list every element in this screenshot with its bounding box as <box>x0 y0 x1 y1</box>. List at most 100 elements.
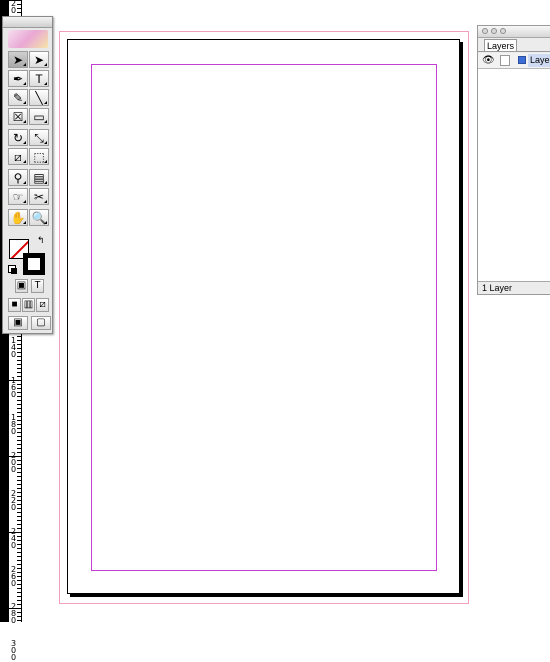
button-icon[interactable]: ☞ <box>8 188 28 205</box>
ruler-tick <box>17 516 21 517</box>
ruler-tick <box>17 560 21 561</box>
ruler-tick <box>17 472 21 473</box>
layer-color-swatch <box>518 56 526 64</box>
ruler-tick <box>17 452 21 453</box>
ruler-tick <box>17 340 21 341</box>
ruler-tick <box>17 364 21 365</box>
hand-icon[interactable]: ✋ <box>8 209 28 226</box>
eyedropper-icon[interactable]: ⚲ <box>8 169 28 186</box>
eye-icon[interactable]: 👁 <box>482 55 495 66</box>
pen-icon[interactable]: ✒ <box>8 70 28 87</box>
pencil-icon[interactable]: ✎ <box>8 89 28 106</box>
ruler-tick <box>17 348 21 349</box>
apply-none-icon[interactable]: ⧄ <box>36 298 49 312</box>
gradient-icon[interactable]: ▤ <box>29 169 49 186</box>
rectangle-frame-icon[interactable]: ☒ <box>8 108 28 125</box>
preview-view-icon[interactable]: ▢ <box>31 316 51 330</box>
selection-arrow-icon[interactable]: ➤ <box>8 51 28 68</box>
ruler-label: 3 0 0 <box>10 639 17 662</box>
minimize-button[interactable] <box>491 28 497 34</box>
ruler-tick <box>17 604 21 605</box>
ruler-tick <box>17 476 21 477</box>
tools-palette-title-bar[interactable] <box>3 17 52 28</box>
normal-view-icon[interactable]: ▣ <box>8 316 28 330</box>
ruler-tick <box>17 388 21 389</box>
lock-toggle[interactable] <box>500 55 510 66</box>
ruler-tick <box>17 436 21 437</box>
ruler-tick <box>17 556 21 557</box>
ruler-tick <box>17 392 21 393</box>
ruler-tick <box>17 508 21 509</box>
ruler-tick <box>17 416 21 417</box>
apply-gradient-icon[interactable]: ▥ <box>22 298 35 312</box>
ruler-tick <box>17 356 21 357</box>
ruler-tick <box>17 588 21 589</box>
ruler-label: 2 4 0 <box>10 527 17 550</box>
ruler-tick <box>17 468 21 469</box>
ruler-tick <box>17 528 21 529</box>
ruler-tick <box>17 592 21 593</box>
ruler-tick <box>17 544 21 545</box>
type-icon[interactable]: T <box>29 70 49 87</box>
formatting-container-icon[interactable]: ▣ <box>15 279 28 293</box>
ruler-tick <box>17 488 21 489</box>
tab-divider <box>478 51 550 52</box>
free-transform-icon[interactable]: ⬚ <box>29 148 49 165</box>
stroke-swatch[interactable] <box>23 253 45 275</box>
close-button[interactable] <box>482 28 488 34</box>
ruler-label: 2 2 0 <box>10 489 17 512</box>
swap-fill-stroke-icon[interactable]: ↰ <box>37 236 45 245</box>
shear-icon[interactable]: ⧄ <box>8 148 28 165</box>
ruler-tick <box>17 396 21 397</box>
layers-panel[interactable]: Layers 👁 Layer 1 Layer <box>477 25 550 295</box>
layer-name[interactable]: Layer <box>528 54 550 67</box>
ruler-tick <box>17 492 21 493</box>
ruler-tick <box>17 8 21 9</box>
formatting-text-icon[interactable]: T <box>31 279 44 293</box>
ruler-tick <box>17 620 21 621</box>
ruler-tick <box>17 552 21 553</box>
scale-icon[interactable]: ⤡ <box>29 129 49 146</box>
ruler-tick <box>17 344 21 345</box>
ruler-label: 1 8 0 <box>10 413 17 436</box>
ruler-tick <box>17 372 21 373</box>
line-icon[interactable]: ╲ <box>29 89 49 106</box>
ruler-tick <box>17 368 21 369</box>
ruler-tick <box>17 336 21 337</box>
default-fill-stroke-icon[interactable] <box>8 265 17 274</box>
ruler-label: 1 6 0 <box>10 376 17 399</box>
ruler-tick <box>17 464 21 465</box>
ruler-label: 2 0 <box>10 0 17 15</box>
zoom-icon[interactable]: 🔍 <box>29 209 49 226</box>
ruler-tick <box>17 612 21 613</box>
ruler-tick <box>17 568 21 569</box>
scissors-icon[interactable]: ✂ <box>29 188 49 205</box>
direct-selection-arrow-icon[interactable]: ➤ <box>29 51 49 68</box>
ruler-tick <box>17 504 21 505</box>
zoom-button[interactable] <box>500 28 506 34</box>
ruler-tick <box>17 412 21 413</box>
ruler-label: 1 4 0 <box>10 336 17 359</box>
ruler-label: 2 6 0 <box>10 565 17 588</box>
layers-panel-title-bar[interactable] <box>478 26 550 38</box>
ruler-tick <box>17 524 21 525</box>
rectangle-icon[interactable]: ▭ <box>29 108 49 125</box>
ruler-tick <box>17 520 21 521</box>
ruler-tick <box>17 572 21 573</box>
apply-color-icon[interactable]: ■ <box>8 298 21 312</box>
ruler-tick <box>17 448 21 449</box>
layers-list[interactable] <box>478 69 550 282</box>
ruler-tick <box>17 564 21 565</box>
ruler-tick <box>17 384 21 385</box>
ruler-tick <box>17 480 21 481</box>
ruler-tick <box>17 496 21 497</box>
ruler-tick <box>17 484 21 485</box>
layers-count: 1 Layer <box>482 283 513 293</box>
ruler-tick <box>17 512 21 513</box>
rotate-icon[interactable]: ↻ <box>8 129 28 146</box>
ruler-tick <box>17 616 21 617</box>
ruler-tick <box>17 408 21 409</box>
app-logo-icon[interactable] <box>8 30 48 48</box>
tools-palette[interactable]: ➤ ➤ ✒ T ✎ ╲ ☒ ▭ ↻ ⤡ ⧄ ⬚ ⚲ ▤ ☞ ✂ ✋ 🔍 ▣ T ■ ▥ ⧄ ▣ ▢ ↰ <box>2 16 53 334</box>
layer-row[interactable]: 👁 Layer <box>478 53 550 69</box>
